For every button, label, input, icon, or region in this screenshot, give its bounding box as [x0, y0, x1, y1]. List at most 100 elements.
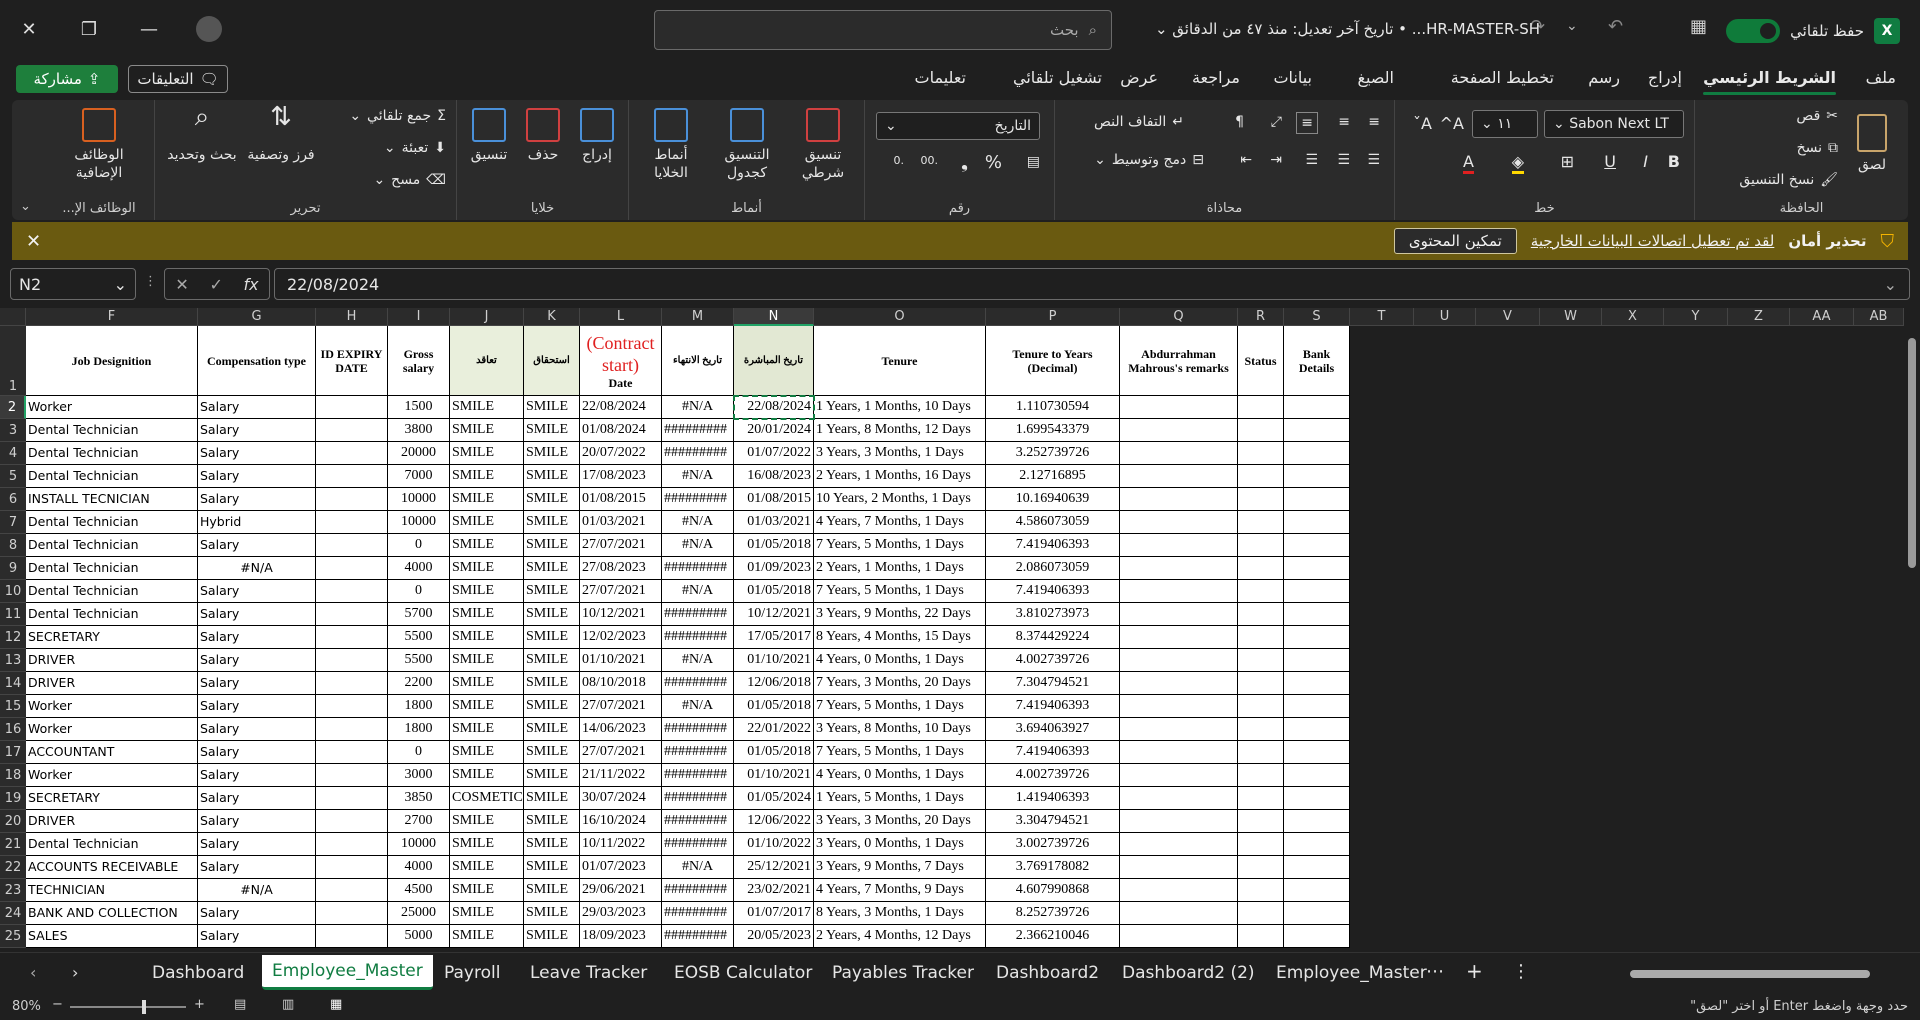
underline-button[interactable]: U [1604, 152, 1616, 171]
cell-q[interactable] [1120, 534, 1238, 557]
cell-g[interactable]: Salary [198, 902, 316, 925]
cell-l[interactable]: 01/08/2024 [580, 419, 662, 442]
cell-k[interactable]: SMILE [524, 787, 580, 810]
cell-o[interactable]: 3 Years, 3 Months, 1 Days [814, 442, 986, 465]
cell-p[interactable]: 2.366210046 [986, 925, 1120, 948]
header-cell-m[interactable]: تاريخ الانتهاء [662, 326, 734, 396]
cell-o[interactable]: 4 Years, 7 Months, 9 Days [814, 879, 986, 902]
header-cell-q[interactable]: Abdurrahman Mahrous's remarks [1120, 326, 1238, 396]
cell-h[interactable] [316, 810, 388, 833]
cell-j[interactable]: SMILE [450, 626, 524, 649]
cell-n[interactable]: 01/05/2018 [734, 695, 814, 718]
cell-q[interactable] [1120, 442, 1238, 465]
cell-s[interactable] [1284, 925, 1350, 948]
cell-o[interactable]: 2 Years, 1 Months, 1 Days [814, 557, 986, 580]
cell-i[interactable]: 10000 [388, 511, 450, 534]
cell-s[interactable] [1284, 764, 1350, 787]
cell-r[interactable] [1238, 465, 1284, 488]
format-as-table-button[interactable]: التنسيق كجدول [712, 108, 782, 182]
cell-l[interactable]: 01/10/2021 [580, 649, 662, 672]
cell-g[interactable]: Salary [198, 419, 316, 442]
cell-g[interactable]: Salary [198, 856, 316, 879]
format-painter-button[interactable]: 🖌 نسخ التنسيق [1739, 172, 1838, 188]
row-header[interactable]: 9 [0, 557, 26, 580]
cell-l[interactable]: 12/02/2023 [580, 626, 662, 649]
cell-r[interactable] [1238, 442, 1284, 465]
column-header-r[interactable]: R [1238, 308, 1284, 326]
cell-f[interactable]: DRIVER [26, 810, 198, 833]
cell-h[interactable] [316, 902, 388, 925]
cell-i[interactable]: 25000 [388, 902, 450, 925]
row-header[interactable]: 1 [0, 326, 26, 396]
column-header-w[interactable]: W [1540, 308, 1602, 326]
cell-f[interactable]: Worker [26, 396, 198, 419]
cell-n[interactable]: 25/12/2021 [734, 856, 814, 879]
number-format-select[interactable]: التاريخ ⌄ [876, 112, 1040, 140]
document-title[interactable]: HR-MASTER-SH... • تاريخ آخر تعديل: منذ ٤… [1155, 20, 1540, 38]
cell-j[interactable]: SMILE [450, 833, 524, 856]
cell-k[interactable]: SMILE [524, 396, 580, 419]
cell-n[interactable]: 01/08/2015 [734, 488, 814, 511]
zoom-level[interactable]: 80% [12, 999, 41, 1014]
cell-k[interactable]: SMILE [524, 672, 580, 695]
cell-l[interactable]: 21/11/2022 [580, 764, 662, 787]
row-header[interactable]: 10 [0, 580, 26, 603]
cell-p[interactable]: 8.374429224 [986, 626, 1120, 649]
cell-g[interactable]: #N/A [198, 557, 316, 580]
font-color-button[interactable]: A [1463, 152, 1474, 174]
cell-p[interactable]: 4.607990868 [986, 879, 1120, 902]
cell-f[interactable]: Worker [26, 718, 198, 741]
cell-h[interactable] [316, 787, 388, 810]
cancel-icon[interactable]: ✕ [175, 275, 188, 294]
header-cell-k[interactable]: استحقاق [524, 326, 580, 396]
row-header[interactable]: 19 [0, 787, 26, 810]
tab-draw[interactable]: رسم [1588, 68, 1620, 87]
tab-help[interactable]: تعليمات [915, 68, 966, 87]
row-header[interactable]: 20 [0, 810, 26, 833]
cell-g[interactable]: Salary [198, 764, 316, 787]
row-header[interactable]: 14 [0, 672, 26, 695]
indent-button[interactable]: ⇥ [1270, 152, 1282, 168]
cell-f[interactable]: Worker [26, 764, 198, 787]
cell-k[interactable]: SMILE [524, 810, 580, 833]
cell-p[interactable]: 4.002739726 [986, 649, 1120, 672]
cell-i[interactable]: 0 [388, 534, 450, 557]
cell-l[interactable]: 18/09/2023 [580, 925, 662, 948]
cell-q[interactable] [1120, 856, 1238, 879]
cell-f[interactable]: SECRETARY [26, 626, 198, 649]
column-header-i[interactable]: I [388, 308, 450, 326]
cell-i[interactable]: 5700 [388, 603, 450, 626]
cell-h[interactable] [316, 879, 388, 902]
cell-i[interactable]: 4000 [388, 557, 450, 580]
cell-k[interactable]: SMILE [524, 419, 580, 442]
cell-f[interactable]: Dental Technician [26, 833, 198, 856]
cell-q[interactable] [1120, 695, 1238, 718]
restore-icon[interactable]: ❐ [74, 14, 104, 44]
column-header-aa[interactable]: AA [1790, 308, 1854, 326]
minimize-icon[interactable]: — [134, 14, 164, 44]
cell-r[interactable] [1238, 396, 1284, 419]
cell-m[interactable]: #N/A [662, 649, 734, 672]
undo-icon[interactable]: ↶ [1608, 16, 1623, 37]
formula-input[interactable]: 22/08/2024 ⌄ [274, 268, 1910, 300]
cell-o[interactable]: 7 Years, 5 Months, 1 Days [814, 695, 986, 718]
cell-i[interactable]: 2200 [388, 672, 450, 695]
cell-i[interactable]: 5000 [388, 925, 450, 948]
cell-p[interactable]: 3.252739726 [986, 442, 1120, 465]
cell-l[interactable]: 01/08/2015 [580, 488, 662, 511]
cell-p[interactable]: 3.694063927 [986, 718, 1120, 741]
comma-button[interactable]: ❟ [961, 152, 968, 173]
cell-k[interactable]: SMILE [524, 511, 580, 534]
cell-m[interactable]: #N/A [662, 534, 734, 557]
row-header[interactable]: 24 [0, 902, 26, 925]
cell-g[interactable]: Hybrid [198, 511, 316, 534]
cell-r[interactable] [1238, 695, 1284, 718]
page-layout-view-icon[interactable]: ▥ [282, 997, 294, 1012]
column-header-g[interactable]: G [198, 308, 316, 326]
header-cell-j[interactable]: تعاقد [450, 326, 524, 396]
row-header[interactable]: 13 [0, 649, 26, 672]
cell-s[interactable] [1284, 695, 1350, 718]
cell-r[interactable] [1238, 833, 1284, 856]
cell-o[interactable]: 2 Years, 4 Months, 12 Days [814, 925, 986, 948]
cell-m[interactable]: ######### [662, 718, 734, 741]
